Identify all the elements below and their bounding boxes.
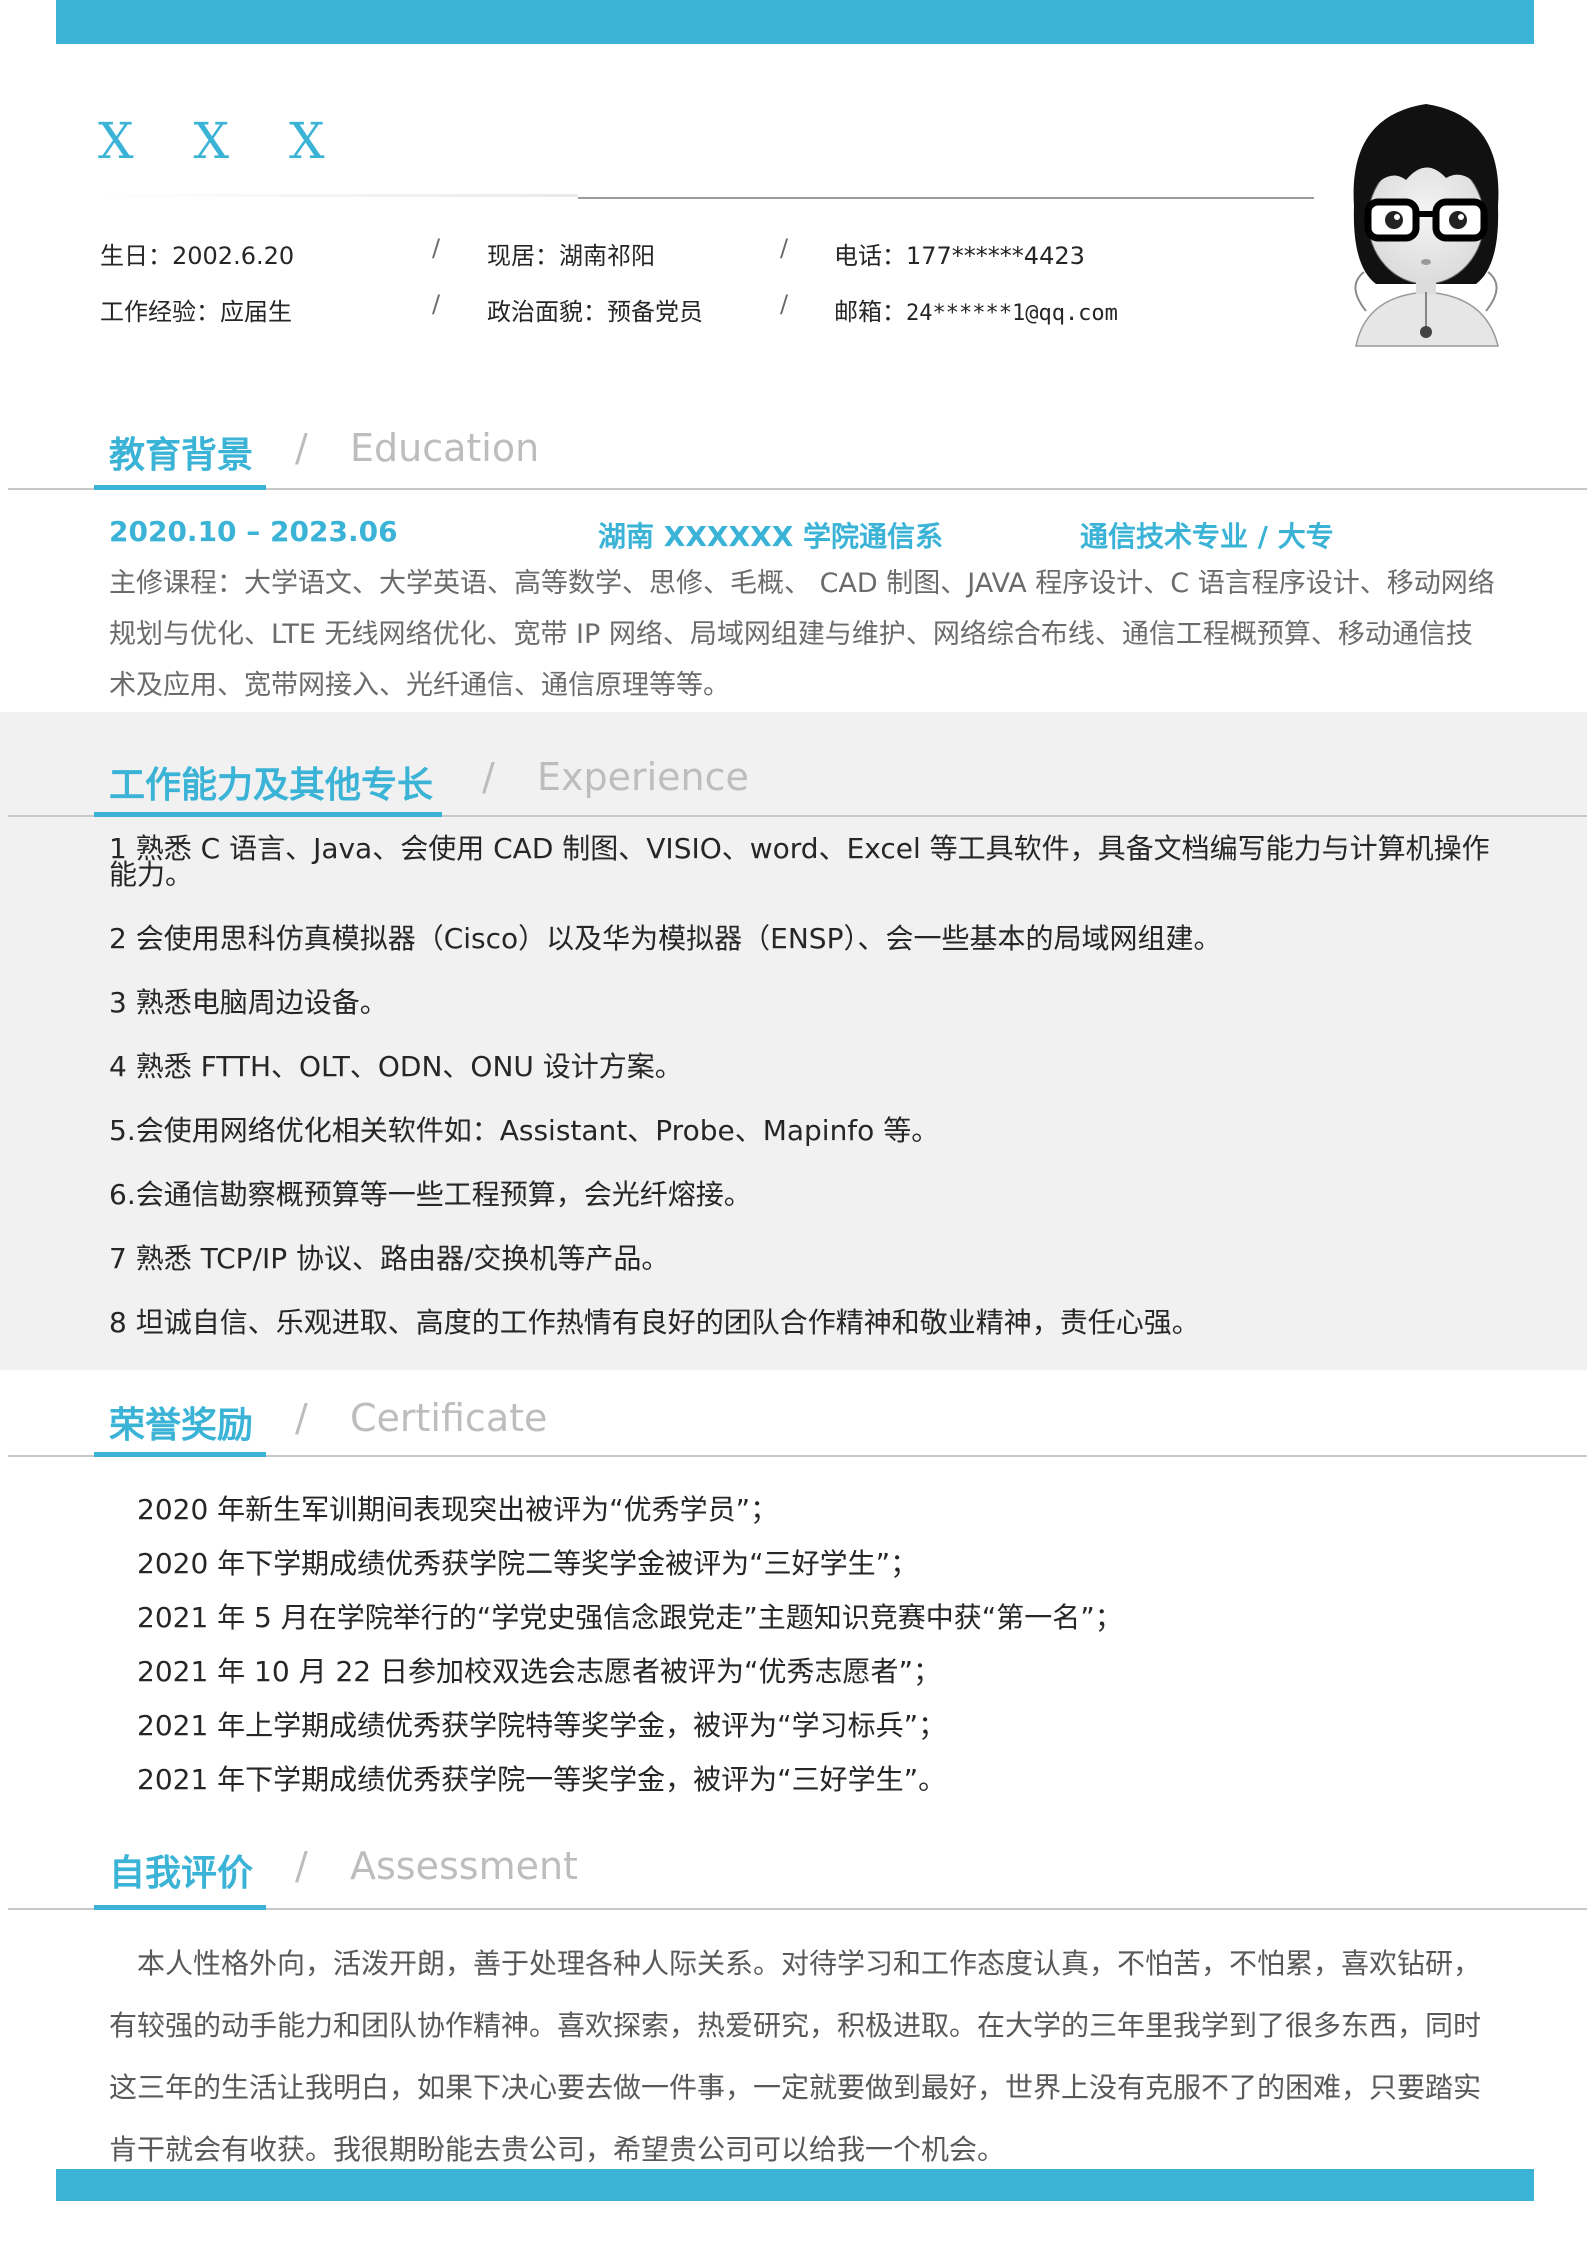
award-item: 2021 年 5 月在学院举行的“学党史强信念跟党走”主题知识竞赛中获“第一名”… <box>137 1601 1123 1634</box>
award-item: 2021 年上学期成绩优秀获学院特等奖学金，被评为“学习标兵”； <box>137 1709 947 1742</box>
experience-item: 6.会通信勘察概预算等一些工程预算，会光纤熔接。 <box>109 1178 752 1211</box>
section-title-separator: / <box>295 1844 308 1888</box>
candidate-name: X X X <box>98 112 347 170</box>
experience-item: 5.会使用网络优化相关软件如：Assistant、Probe、Mapinfo 等… <box>109 1114 940 1147</box>
name-underline-fade <box>94 194 578 197</box>
info-political-status: 政治面貌：预备党员 <box>487 298 703 326</box>
certificate-title-en: Certificate <box>350 1396 548 1440</box>
section-accent <box>94 812 442 817</box>
section-accent <box>94 1452 266 1457</box>
info-experience: 工作经验：应届生 <box>100 298 292 326</box>
award-item: 2021 年下学期成绩优秀获学院一等奖学金，被评为“三好学生”。 <box>137 1763 947 1796</box>
education-title-en: Education <box>350 426 540 470</box>
experience-item: 8 坦诚自信、乐观进取、高度的工作热情有良好的团队合作精神和敬业精神，责任心强。 <box>109 1306 1200 1339</box>
experience-item: 3 熟悉电脑周边设备。 <box>109 986 388 1019</box>
info-separator: / <box>432 290 441 318</box>
education-title: 教育背景 <box>109 435 254 476</box>
info-separator: / <box>780 234 789 262</box>
name-underline <box>578 197 1314 199</box>
info-residence: 现居：湖南祁阳 <box>487 242 655 270</box>
assessment-text: 本人性格外向，活泼开朗，善于处理各种人际关系。对待学习和工作态度认真，不怕苦，不… <box>109 1947 1482 2166</box>
education-period: 2020.10 – 2023.06 <box>109 515 398 548</box>
bottom-accent-bar <box>56 2169 1534 2201</box>
section-title-separator: / <box>295 426 308 470</box>
award-item: 2020 年新生军训期间表现突出被评为“优秀学员”； <box>137 1493 779 1526</box>
info-birthday: 生日：2002.6.20 <box>100 242 295 270</box>
education-courses: 主修课程：大学语文、大学英语、高等数学、思修、毛概、 CAD 制图、JAVA 程… <box>109 568 1495 701</box>
avatar <box>1353 104 1499 347</box>
experience-item: 1 熟悉 C 语言、Java、会使用 CAD 制图、VISIO、word、Exc… <box>109 832 1490 891</box>
experience-item: 2 会使用思科仿真模拟器（Cisco）以及华为模拟器（ENSP）、会一些基本的局… <box>109 922 1222 955</box>
info-separator: / <box>780 290 789 318</box>
award-item: 2020 年下学期成绩优秀获学院二等奖学金被评为“三好学生”； <box>137 1547 919 1580</box>
top-accent-bar <box>56 0 1534 44</box>
experience-title-en: Experience <box>537 755 749 799</box>
certificate-title: 荣誉奖励 <box>109 1405 254 1446</box>
experience-item: 7 熟悉 TCP/IP 协议、路由器/交换机等产品。 <box>109 1242 670 1275</box>
info-separator: / <box>432 234 441 262</box>
experience-item: 4 熟悉 FTTH、OLT、ODN、ONU 设计方案。 <box>109 1050 683 1083</box>
section-title-separator: / <box>482 755 495 799</box>
education-major: 通信技术专业 / 大专 <box>1080 520 1334 553</box>
education-school: 湖南 XXXXXX 学院通信系 <box>598 520 944 553</box>
section-title-separator: / <box>295 1396 308 1440</box>
section-accent <box>94 485 266 490</box>
experience-title: 工作能力及其他专长 <box>109 765 434 806</box>
info-email: 邮箱：24******1@qq.com <box>834 298 1118 326</box>
section-accent <box>94 1905 266 1910</box>
info-phone: 电话：177******4423 <box>834 242 1085 270</box>
award-item: 2021 年 10 月 22 日参加校双选会志愿者被评为“优秀志愿者”； <box>137 1655 942 1688</box>
assessment-title: 自我评价 <box>109 1853 254 1894</box>
assessment-title-en: Assessment <box>350 1844 578 1888</box>
